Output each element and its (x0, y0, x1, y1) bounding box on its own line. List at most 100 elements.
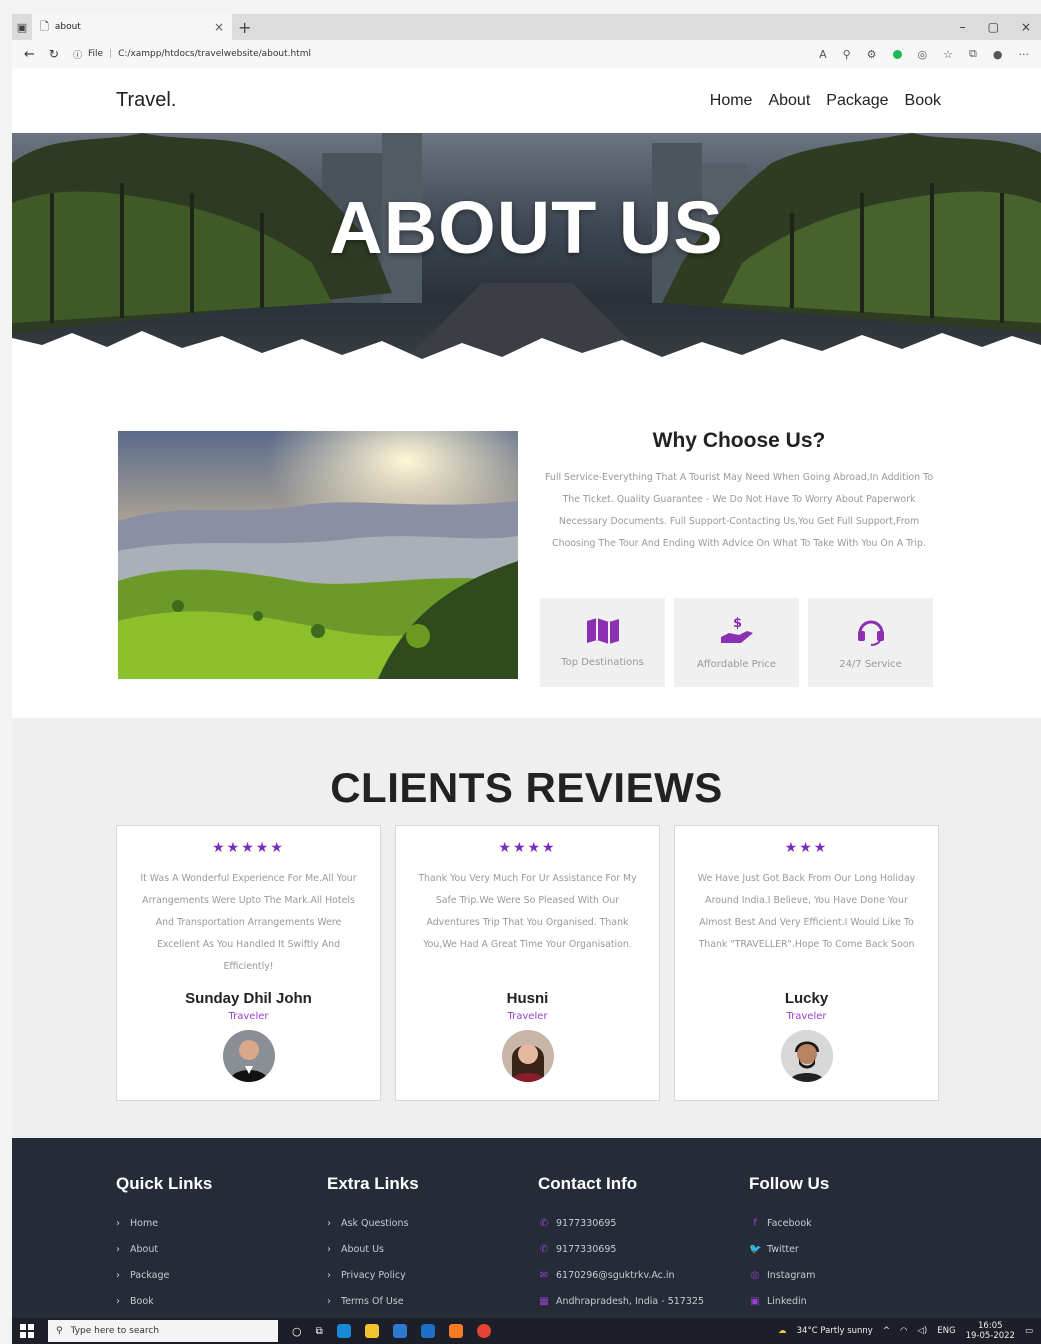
review-text: We Have Just Got Back From Our Long Holi… (697, 873, 916, 950)
address-bar: ← ↻ ⓘ File | C:/xampp/htdocs/travelwebsi… (12, 40, 1041, 68)
weather-icon: ☁ (778, 1326, 787, 1336)
browser-tab[interactable]: 🗋 about × (32, 14, 232, 40)
tab-actions-icon[interactable]: ▣ (12, 21, 32, 34)
new-tab-icon[interactable]: + (238, 18, 251, 37)
favorites-icon[interactable]: ☆ (943, 48, 953, 61)
quick-links-title: Quick Links (116, 1174, 213, 1193)
close-window-icon[interactable]: × (1021, 20, 1031, 34)
chevron-right-icon: › (327, 1269, 331, 1281)
avatar (222, 1030, 275, 1082)
language-indicator[interactable]: ENG (937, 1326, 955, 1336)
store-app-icon[interactable] (392, 1324, 407, 1338)
chevron-right-icon: › (327, 1295, 331, 1307)
chevron-right-icon: › (116, 1217, 120, 1229)
quick-links: Quick Links › Home › About › Package › Book (116, 1174, 316, 1314)
edge-app-icon[interactable] (336, 1324, 351, 1338)
footer-link[interactable]: › Ask Questions (327, 1210, 527, 1236)
reviewer-role: Traveler (786, 1011, 827, 1022)
search-icon: ⚲ (56, 1326, 63, 1336)
contact-phone[interactable]: ✆ 9177330695 (538, 1210, 738, 1236)
hero-title: ABOUT US (329, 186, 724, 269)
system-tray: ☁ 34°C Partly sunny ^ ◠ ◁) ENG 16:05 19-… (778, 1321, 1033, 1341)
feature-list: Top Destinations $ Affordable Price 24/7… (540, 598, 933, 687)
wifi-icon[interactable]: ◠ (900, 1326, 907, 1336)
hero-banner: ABOUT US (12, 133, 1041, 373)
reviews-title: CLIENTS REVIEWS (330, 764, 723, 811)
nav-package[interactable]: Package (826, 92, 888, 110)
explorer-app-icon[interactable] (364, 1324, 379, 1338)
feature-24-7-service: 24/7 Service (808, 598, 933, 687)
cortana-icon[interactable]: ○ (292, 1325, 302, 1338)
reviewer-role: Traveler (507, 1011, 548, 1022)
nav-book[interactable]: Book (905, 92, 941, 110)
zoom-icon[interactable]: ⚲ (843, 48, 851, 61)
url-field[interactable]: ⓘ File | C:/xampp/htdocs/travelwebsite/a… (73, 48, 311, 61)
window-controls: – ▢ × (960, 20, 1041, 34)
footer-link[interactable]: › Book (116, 1288, 316, 1314)
nav-home[interactable]: Home (710, 92, 753, 110)
extra-links-title: Extra Links (327, 1174, 419, 1193)
chevron-right-icon: › (327, 1243, 331, 1255)
more-icon[interactable]: ··· (1019, 48, 1030, 61)
review-text: Thank You Very Much For Ur Assistance Fo… (418, 873, 637, 950)
browser-tab-bar: ▣ 🗋 about × + – ▢ × (12, 14, 1041, 40)
chrome-app-icon[interactable] (476, 1324, 491, 1338)
reviewer-role: Traveler (228, 1011, 269, 1022)
search-placeholder: Type here to search (70, 1326, 160, 1336)
contact-info: Contact Info ✆ 9177330695 ✆ 9177330695 ✉ 61… (538, 1174, 738, 1314)
collections-icon[interactable]: ⧉ (969, 47, 977, 61)
social-instagram[interactable]: ◎ Instagram (749, 1262, 949, 1288)
weather-text[interactable]: 34°C Partly sunny (797, 1326, 873, 1336)
footer-link[interactable]: › Privacy Policy (327, 1262, 527, 1288)
browser-toolbar: A ⚲ ⚙ ◎ ☆ ⧉ ● ··· (819, 47, 1029, 61)
extra-links: Extra Links › Ask Questions › About Us › Pr… (327, 1174, 527, 1314)
footer-link[interactable]: › Terms Of Use (327, 1288, 527, 1314)
headset-icon (857, 620, 884, 646)
read-aloud-icon[interactable]: A (819, 48, 827, 61)
page-viewport: Travel. Home About Package Book ABOUT US… (12, 68, 1041, 1318)
social-facebook[interactable]: f Facebook (749, 1210, 949, 1236)
clock[interactable]: 16:05 19-05-2022 (966, 1321, 1015, 1341)
nav-about[interactable]: About (768, 92, 810, 110)
contact-phone[interactable]: ✆ 9177330695 (538, 1236, 738, 1262)
site-logo[interactable]: Travel. (116, 89, 176, 112)
volume-icon[interactable]: ◁) (917, 1326, 927, 1336)
windows-start-icon[interactable] (20, 1324, 34, 1338)
footer-link[interactable]: › Home (116, 1210, 316, 1236)
shield-icon[interactable]: ◎ (918, 48, 928, 61)
status-icon[interactable] (892, 49, 902, 59)
main-nav: Home About Package Book (710, 92, 941, 110)
tray-chevron-icon[interactable]: ^ (883, 1326, 890, 1336)
svg-text:$: $ (733, 616, 742, 631)
notifications-icon[interactable]: ▭ (1025, 1326, 1033, 1336)
social-twitter[interactable]: 🐦 Twitter (749, 1236, 949, 1262)
avatar (780, 1030, 833, 1082)
hand-coin-icon: $ (720, 616, 753, 643)
feature-affordable-price: $ Affordable Price (674, 598, 799, 687)
footer-link[interactable]: › Package (116, 1262, 316, 1288)
feature-top-destinations: Top Destinations (540, 598, 665, 687)
task-view-icon[interactable]: ⧉ (316, 1326, 323, 1337)
mail-app-icon[interactable] (420, 1324, 435, 1338)
footer-link[interactable]: › About Us (327, 1236, 527, 1262)
url-prefix: File (87, 49, 104, 59)
social-linkedin[interactable]: ▣ Linkedin (749, 1288, 949, 1314)
taskbar-search[interactable]: ⚲ Type here to search (48, 1320, 278, 1342)
envelope-icon: ✉ (539, 1269, 549, 1281)
phone-icon: ✆ (539, 1217, 549, 1229)
review-text: It Was A Wonderful Experience For Me.All… (140, 873, 357, 972)
contact-email[interactable]: ✉ 6170296@sguktrkv.Ac.in (538, 1262, 738, 1288)
why-text: Full Service-Everything That A Tourist M… (545, 472, 933, 549)
refresh-icon[interactable]: ↻ (49, 47, 59, 61)
xampp-app-icon[interactable] (448, 1324, 463, 1338)
back-icon[interactable]: ← (24, 47, 35, 62)
follow-us: Follow Us f Facebook 🐦 Twitter ◎ Instagram … (749, 1174, 949, 1314)
footer-link[interactable]: › About (116, 1236, 316, 1262)
maximize-icon[interactable]: ▢ (988, 20, 999, 34)
close-tab-icon[interactable]: × (214, 20, 224, 34)
reviewer-name: Lucky (784, 990, 829, 1007)
profile-icon[interactable]: ● (993, 48, 1003, 61)
minimize-icon[interactable]: – (960, 20, 966, 34)
extension-icon[interactable]: ⚙ (867, 48, 877, 61)
chevron-right-icon: › (116, 1295, 120, 1307)
